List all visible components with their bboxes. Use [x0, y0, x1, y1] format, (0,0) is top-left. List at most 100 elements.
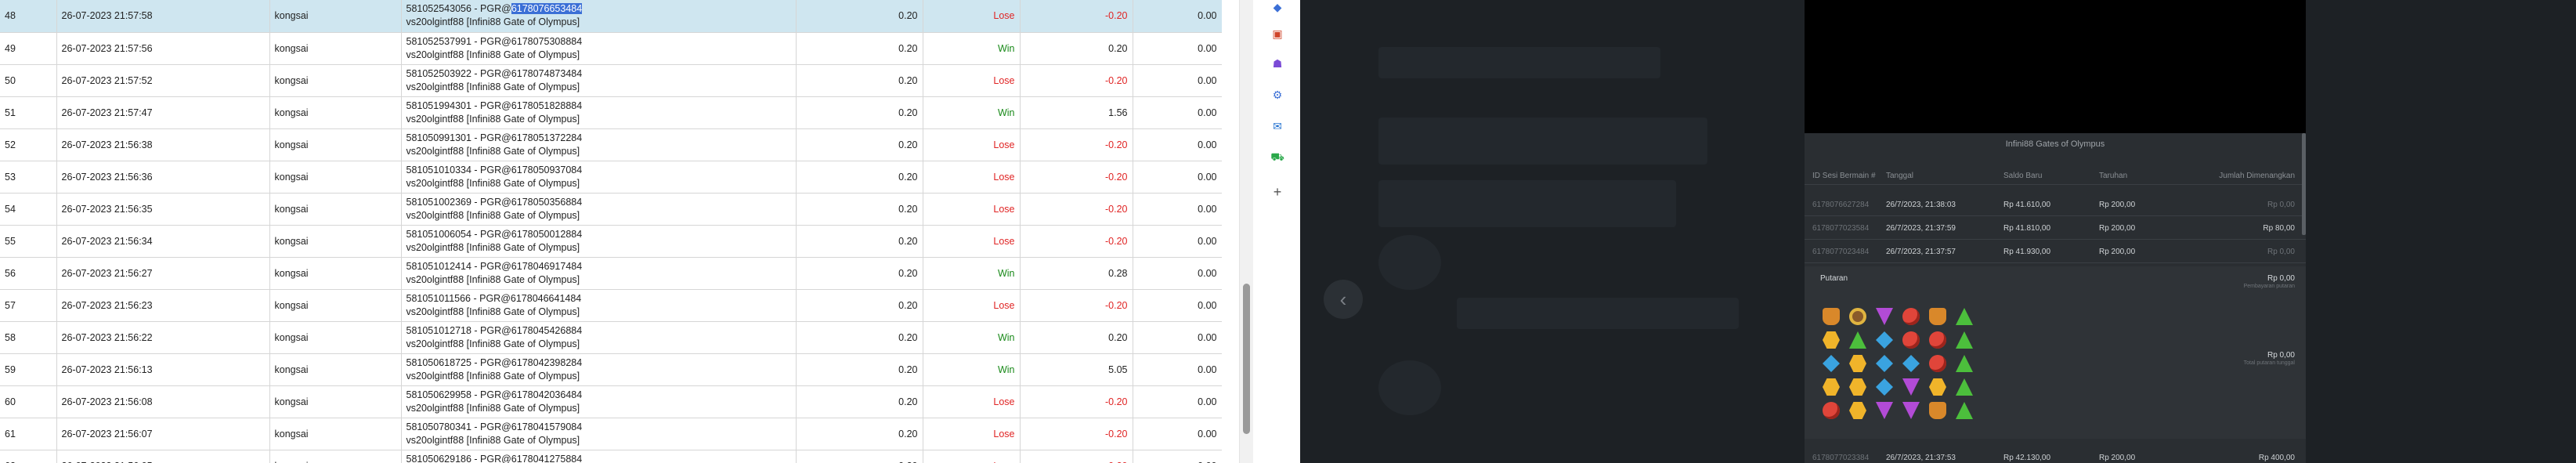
users-icon[interactable]: ☗	[1270, 56, 1284, 71]
gem-blue-icon	[1902, 355, 1920, 372]
table-row[interactable]: 52 26-07-2023 21:56:38 kongsai 581050991301…	[0, 128, 1222, 161]
table-row[interactable]: 61 26-07-2023 21:56:07 kongsai 581050780341…	[0, 418, 1222, 450]
row-game: 581050629958 - PGR@6178042036484 vs20olgi…	[401, 385, 797, 418]
row-game-id[interactable]: 581051012718 - PGR@6178045426884	[406, 325, 583, 336]
row-game-id[interactable]: 581052543056 - PGR@	[406, 3, 511, 14]
history-row[interactable]: 6178077023584 26/7/2023, 21:37:59 Rp 41.…	[1805, 216, 2306, 240]
table-row[interactable]: 59 26-07-2023 21:56:13 kongsai 581050618725…	[0, 353, 1222, 386]
plus-icon[interactable]: +	[1270, 184, 1284, 200]
row-balance: 0.00	[1133, 257, 1222, 290]
round-payout: Rp 0,00	[2267, 274, 2295, 283]
table-row[interactable]: 60 26-07-2023 21:56:08 kongsai 581050629958…	[0, 385, 1222, 418]
history-row-saldo: Rp 41.610,00	[2003, 201, 2051, 209]
gem-blue-icon	[1876, 331, 1893, 349]
transaction-table-pane: 48 26-07-2023 21:57:58 kongsai 581052543056…	[0, 0, 1222, 463]
panel-scrollbar[interactable]	[2302, 133, 2306, 235]
history-row-date: 26/7/2023, 21:37:59	[1886, 224, 1956, 233]
row-balance: 0.00	[1133, 0, 1222, 33]
row-result: Lose	[923, 450, 1021, 463]
row-winloss: -0.20	[1020, 128, 1133, 161]
row-game-id[interactable]: 581051006054 - PGR@6178050012884	[406, 229, 583, 240]
history-row-menang: Rp 0,00	[2267, 248, 2295, 256]
row-game-id[interactable]: 581051994301 - PGR@6178051828884	[406, 100, 583, 111]
row-game-id[interactable]: 581050629186 - PGR@6178041275884	[406, 454, 583, 463]
row-balance: 0.00	[1133, 32, 1222, 65]
table-row[interactable]: 51 26-07-2023 21:57:47 kongsai 581051994301…	[0, 96, 1222, 129]
history-row[interactable]: 6178076627284 26/7/2023, 21:38:03 Rp 41.…	[1805, 193, 2306, 216]
table-row[interactable]: 48 26-07-2023 21:57:58 kongsai 581052543056…	[0, 0, 1222, 33]
row-game-id-selection[interactable]: 6178076653484	[511, 3, 583, 15]
gear-icon[interactable]: ⚙	[1270, 88, 1284, 102]
row-game-name: vs20olgintf88 [Infini88 Gate of Olympus]	[406, 402, 580, 414]
table-row[interactable]: 49 26-07-2023 21:57:56 kongsai 581052537991…	[0, 32, 1222, 65]
table-row[interactable]: 50 26-07-2023 21:57:52 kongsai 581052503922…	[0, 64, 1222, 97]
row-winloss: -0.20	[1020, 161, 1133, 194]
row-game-id[interactable]: 581052537991 - PGR@6178075308884	[406, 36, 583, 47]
row-game-id[interactable]: 581051002369 - PGR@6178050356884	[406, 197, 583, 208]
round-total: Rp 0,00	[2267, 351, 2295, 360]
row-number: 58	[0, 321, 57, 354]
row-balance: 0.00	[1133, 128, 1222, 161]
table-row[interactable]: 6226-07-2023 21:56:05kongsai581050629186…	[0, 450, 1222, 463]
history-row-date: 26/7/2023, 21:38:03	[1886, 201, 1956, 209]
row-username: kongsai	[269, 385, 402, 418]
row-username: kongsai	[269, 289, 402, 322]
table-row[interactable]: 55 26-07-2023 21:56:34 kongsai 581051006054…	[0, 225, 1222, 258]
row-game-id[interactable]: 581051010334 - PGR@6178050937084	[406, 165, 583, 175]
table-row[interactable]: 57 26-07-2023 21:56:23 kongsai 581051011566…	[0, 289, 1222, 322]
table-row[interactable]: 54 26-07-2023 21:56:35 kongsai 581051002369…	[0, 193, 1222, 226]
row-game-id[interactable]: 581052503922 - PGR@6178074873484	[406, 68, 583, 79]
history-row-id: 6178077023484	[1812, 248, 1870, 256]
cart-icon[interactable]: ⛟	[1270, 150, 1284, 165]
row-number: 49	[0, 32, 57, 65]
diamond-icon[interactable]: ◆	[1270, 0, 1284, 14]
row-game: 581050991301 - PGR@6178051372284 vs20olgi…	[401, 128, 797, 161]
history-row-menang: Rp 0,00	[2267, 201, 2295, 209]
transaction-table: 48 26-07-2023 21:57:58 kongsai 581052543056…	[0, 0, 1222, 463]
background-block	[1378, 180, 1676, 227]
row-username: kongsai	[269, 161, 402, 194]
history-panel: Infini88 Gates of Olympus ID Sesi Bermai…	[1805, 133, 2306, 463]
table-row[interactable]: 58 26-07-2023 21:56:22 kongsai 581051012718…	[0, 321, 1222, 354]
row-winloss: 0.20	[1020, 321, 1133, 354]
row-datetime: 26-07-2023 21:57:58	[56, 0, 270, 33]
toolbox-icon[interactable]: ▣	[1270, 27, 1284, 41]
row-game-id[interactable]: 581050629958 - PGR@6178042036484	[406, 389, 583, 400]
row-game-id[interactable]: 581050780341 - PGR@6178041579084	[406, 421, 583, 432]
row-game-id[interactable]: 581051011566 - PGR@6178046641484	[406, 293, 582, 304]
row-game-id[interactable]: 581050618725 - PGR@6178042398284	[406, 357, 583, 368]
history-row[interactable]: 6178077023484 26/7/2023, 21:37:57 Rp 41.…	[1805, 240, 2306, 263]
row-result: Lose	[923, 193, 1021, 226]
history-row[interactable]: 6178077023384 26/7/2023, 21:37:53 Rp 42.…	[1805, 446, 2306, 463]
round-detail: Putaran Rp 0,00 Pembayaran putaran Rp 0,…	[1805, 266, 2306, 439]
row-winloss: -0.20	[1020, 64, 1133, 97]
row-game-name: vs20olgintf88 [Infini88 Gate of Olympus]	[406, 209, 580, 221]
row-bet: 0.20	[796, 128, 923, 161]
row-game: 581050618725 - PGR@6178042398284 vs20olgi…	[401, 353, 797, 386]
gem-cup-icon	[1823, 308, 1840, 325]
scrollbar-thumb[interactable]	[1243, 284, 1250, 434]
history-row-saldo: Rp 42.130,00	[2003, 454, 2051, 462]
row-datetime: 26-07-2023 21:56:05	[56, 450, 270, 463]
background-block	[1378, 360, 1441, 415]
table-row[interactable]: 53 26-07-2023 21:56:36 kongsai 581051010334…	[0, 161, 1222, 194]
background-block	[1378, 235, 1441, 290]
row-game-id[interactable]: 581051012414 - PGR@6178046917484	[406, 261, 583, 272]
chevron-left-icon[interactable]: ‹	[1324, 280, 1363, 319]
row-game: 581051011566 - PGR@6178046641484 vs20olgi…	[401, 289, 797, 322]
row-game: 581052543056 - PGR@6178076653484 vs20olgi…	[401, 0, 797, 33]
gem-green-icon	[1956, 331, 1973, 349]
row-winloss: 1.56	[1020, 96, 1133, 129]
outlook-icon[interactable]: ✉	[1270, 119, 1284, 133]
row-result: Lose	[923, 385, 1021, 418]
row-game-id[interactable]: 581050991301 - PGR@6178051372284	[406, 132, 583, 143]
row-number: 54	[0, 193, 57, 226]
row-result: Lose	[923, 0, 1021, 33]
row-game: 581050629186 - PGR@6178041275884vs20olgi…	[401, 450, 797, 463]
gem-purple-icon	[1902, 378, 1920, 396]
vertical-scrollbar[interactable]	[1239, 0, 1253, 463]
gem-yellow-icon	[1849, 378, 1866, 396]
row-game-name: vs20olgintf88 [Infini88 Gate of Olympus]	[406, 273, 580, 285]
row-balance: 0.00	[1133, 450, 1222, 463]
table-row[interactable]: 56 26-07-2023 21:56:27 kongsai 581051012414…	[0, 257, 1222, 290]
